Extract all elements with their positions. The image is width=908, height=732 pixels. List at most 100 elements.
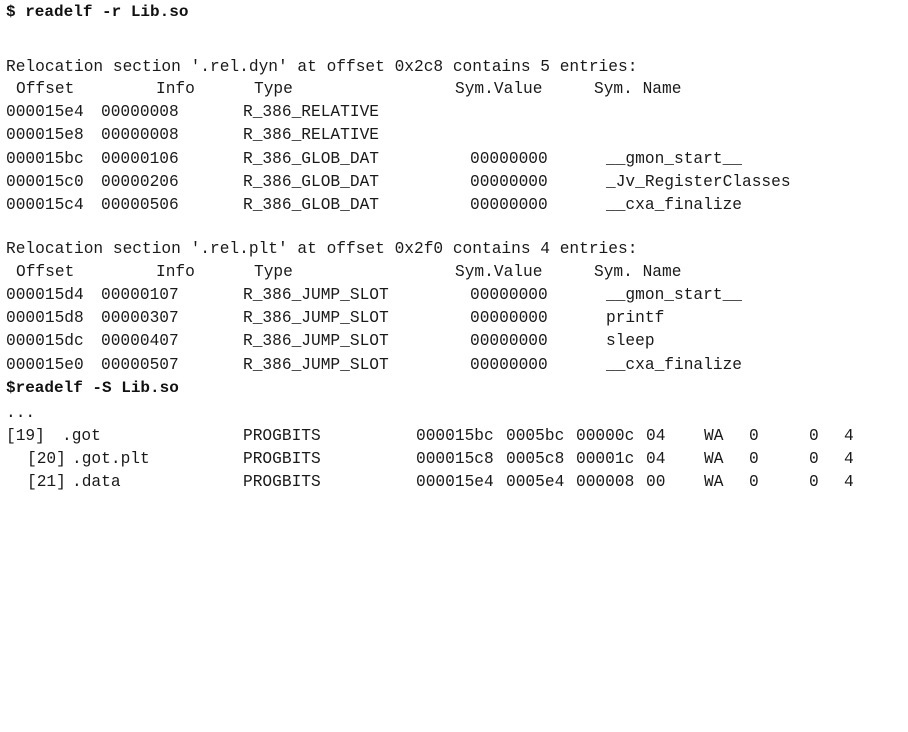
cell-section-info: 0: [809, 450, 819, 468]
cell-section-flags: WA: [704, 473, 724, 491]
rel-plt-header: Relocation section '.rel.plt' at offset …: [6, 240, 638, 258]
col-sym-value: Sym.Value: [455, 80, 543, 98]
cell-sym-name: __cxa_finalize: [606, 196, 742, 214]
col-type: Type: [254, 263, 293, 281]
section-row: [20] .got.plt PROGBITS 000015c8 0005c8 0…: [6, 449, 854, 469]
cell-section-flags: WA: [704, 427, 724, 445]
cell-section-index: [20]: [27, 450, 66, 468]
section-row: [21] .data PROGBITS 000015e4 0005e4 0000…: [6, 472, 854, 492]
cell-sym-name: __gmon_start__: [606, 286, 742, 304]
cell-section-info: 0: [809, 473, 819, 491]
cell-type: R_386_JUMP_SLOT: [243, 309, 389, 327]
cell-info: 00000008: [101, 103, 179, 121]
cell-offset: 000015d4: [6, 286, 84, 304]
cell-sym-value: 00000000: [470, 173, 548, 191]
cell-section-flags: WA: [704, 450, 724, 468]
cell-section-link: 0: [749, 473, 759, 491]
cell-type: R_386_GLOB_DAT: [243, 173, 379, 191]
cell-sym-name: sleep: [606, 332, 655, 350]
cell-type: R_386_GLOB_DAT: [243, 196, 379, 214]
rel-plt-column-headers: Offset Info Type Sym.Value Sym. Name: [6, 262, 681, 282]
cell-section-link: 0: [749, 427, 759, 445]
cell-section-address: 000015c8: [416, 450, 494, 468]
cell-section-size: 000008: [576, 473, 635, 491]
rel-dyn-row: 000015e8 00000008 R_386_RELATIVE: [6, 125, 379, 145]
cell-section-offset: 0005c8: [506, 450, 565, 468]
cell-section-size: 00000c: [576, 427, 635, 445]
cell-section-name: .data: [72, 473, 121, 491]
cell-info: 00000506: [101, 196, 179, 214]
cell-info: 00000008: [101, 126, 179, 144]
ellipsis: ...: [6, 404, 36, 422]
cell-section-name: .got: [62, 427, 101, 445]
cell-offset: 000015c4: [6, 196, 84, 214]
cell-offset: 000015bc: [6, 150, 84, 168]
cell-type: R_386_RELATIVE: [243, 126, 379, 144]
cell-sym-value: 00000000: [470, 332, 548, 350]
col-offset: Offset: [16, 263, 75, 281]
col-type: Type: [254, 80, 293, 98]
cell-section-entsize: 00: [646, 473, 666, 491]
rel-plt-row: 000015d4 00000107 R_386_JUMP_SLOT 000000…: [6, 285, 742, 305]
col-info: Info: [156, 263, 195, 281]
cell-type: R_386_JUMP_SLOT: [243, 356, 389, 374]
rel-dyn-header: Relocation section '.rel.dyn' at offset …: [6, 58, 638, 76]
cell-offset: 000015e4: [6, 103, 84, 121]
cell-sym-name: __cxa_finalize: [606, 356, 742, 374]
rel-plt-row: 000015e0 00000507 R_386_JUMP_SLOT 000000…: [6, 355, 742, 375]
cell-section-address: 000015bc: [416, 427, 494, 445]
cell-info: 00000307: [101, 309, 179, 327]
rel-dyn-row: 000015bc 00000106 R_386_GLOB_DAT 0000000…: [6, 149, 742, 169]
cell-offset: 000015e0: [6, 356, 84, 374]
cell-offset: 000015dc: [6, 332, 84, 350]
section-row: [19] .got PROGBITS 000015bc 0005bc 00000…: [6, 426, 854, 446]
col-sym-name: Sym. Name: [594, 263, 682, 281]
terminal-output: $ readelf -r Lib.so Relocation section '…: [0, 0, 908, 493]
rel-plt-row: 000015d8 00000307 R_386_JUMP_SLOT 000000…: [6, 308, 664, 328]
cell-section-type: PROGBITS: [243, 473, 321, 491]
cell-sym-value: 00000000: [470, 150, 548, 168]
rel-dyn-column-headers: Offset Info Type Sym.Value Sym. Name: [6, 79, 681, 99]
rel-dyn-row: 000015c4 00000506 R_386_GLOB_DAT 0000000…: [6, 195, 742, 215]
cell-section-index: [19]: [6, 427, 45, 445]
cell-offset: 000015d8: [6, 309, 84, 327]
cell-info: 00000107: [101, 286, 179, 304]
col-info: Info: [156, 80, 195, 98]
rel-dyn-row: 000015e4 00000008 R_386_RELATIVE: [6, 102, 379, 122]
cell-info: 00000106: [101, 150, 179, 168]
command-readelf-r: $ readelf -r Lib.so: [6, 3, 189, 21]
cell-section-info: 0: [809, 427, 819, 445]
rel-plt-row: 000015dc 00000407 R_386_JUMP_SLOT 000000…: [6, 331, 655, 351]
cell-sym-value: 00000000: [470, 309, 548, 327]
cell-info: 00000206: [101, 173, 179, 191]
cell-sym-value: 00000000: [470, 286, 548, 304]
cell-section-align: 4: [844, 450, 854, 468]
col-sym-value: Sym.Value: [455, 263, 543, 281]
cell-section-index: [21]: [27, 473, 66, 491]
cell-section-name: .got.plt: [72, 450, 150, 468]
cell-sym-name: printf: [606, 309, 665, 327]
col-sym-name: Sym. Name: [594, 80, 682, 98]
cell-section-type: PROGBITS: [243, 450, 321, 468]
cell-section-align: 4: [844, 427, 854, 445]
cell-type: R_386_RELATIVE: [243, 103, 379, 121]
cell-type: R_386_GLOB_DAT: [243, 150, 379, 168]
cell-type: R_386_JUMP_SLOT: [243, 286, 389, 304]
cell-section-size: 00001c: [576, 450, 635, 468]
cell-info: 00000507: [101, 356, 179, 374]
rel-dyn-row: 000015c0 00000206 R_386_GLOB_DAT 0000000…: [6, 172, 791, 192]
col-offset: Offset: [16, 80, 75, 98]
cell-section-entsize: 04: [646, 427, 666, 445]
cell-info: 00000407: [101, 332, 179, 350]
cell-sym-name: _Jv_RegisterClasses: [606, 173, 791, 191]
command-readelf-s: $readelf -S Lib.so: [6, 379, 179, 397]
cell-section-offset: 0005e4: [506, 473, 565, 491]
cell-offset: 000015e8: [6, 126, 84, 144]
cell-section-entsize: 04: [646, 450, 666, 468]
cell-section-type: PROGBITS: [243, 427, 321, 445]
cell-sym-name: __gmon_start__: [606, 150, 742, 168]
cell-offset: 000015c0: [6, 173, 84, 191]
cell-section-align: 4: [844, 473, 854, 491]
cell-section-offset: 0005bc: [506, 427, 565, 445]
cell-type: R_386_JUMP_SLOT: [243, 332, 389, 350]
